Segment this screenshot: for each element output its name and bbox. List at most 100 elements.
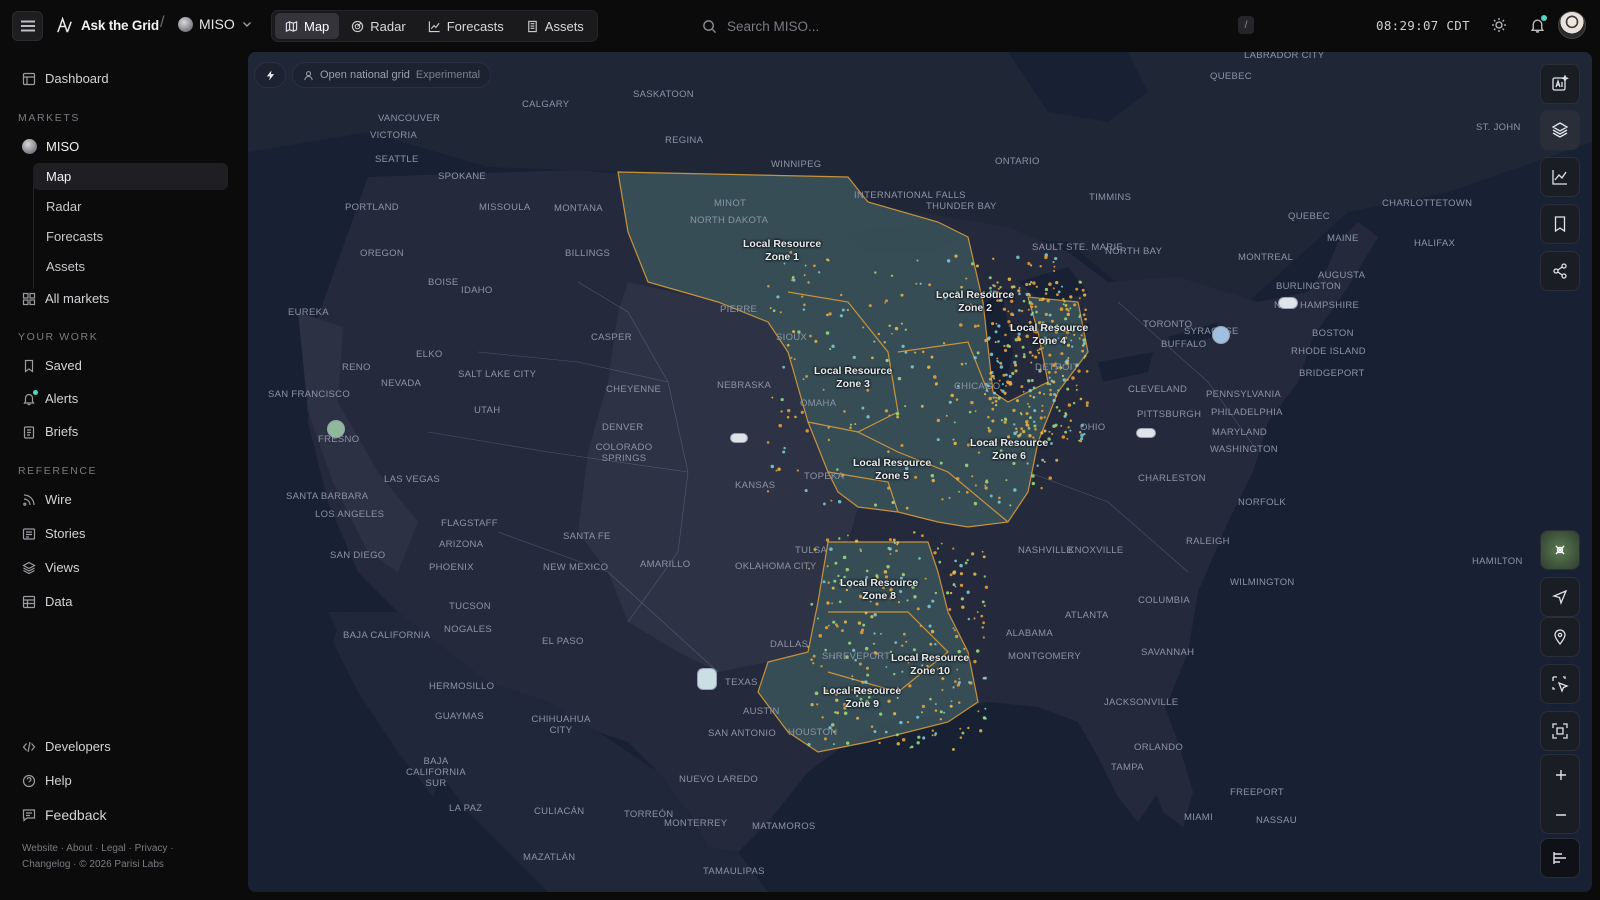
generator-dot — [961, 731, 965, 735]
weather-marker[interactable] — [327, 420, 345, 438]
generator-dot — [891, 500, 895, 505]
sidebar-item-miso[interactable]: MISO — [22, 139, 79, 154]
search-bar[interactable]: Search MISO... / — [702, 14, 1254, 38]
generator-dot — [999, 361, 1003, 365]
generator-dot — [1017, 289, 1021, 293]
search-input[interactable]: Search MISO... — [727, 19, 819, 34]
weather-marker[interactable] — [1212, 326, 1230, 344]
generator-dot — [1064, 303, 1068, 307]
generator-dot — [1005, 479, 1008, 482]
zone-2-label[interactable]: Local Resource Zone 2 — [936, 289, 1014, 315]
generator-dot — [966, 558, 969, 562]
generator-dot — [870, 725, 874, 728]
sidebar-sub-assets[interactable]: Assets — [33, 253, 228, 280]
layers-button[interactable] — [1540, 110, 1580, 150]
open-national-grid-toggle[interactable]: Open national grid Experimental — [292, 62, 492, 88]
sidebar-sub-forecasts[interactable]: Forecasts — [33, 223, 228, 250]
sidebar-item-help[interactable]: Help — [22, 773, 72, 788]
generator-dot — [782, 365, 786, 369]
footer-links[interactable]: Website · About · Legal · Privacy · Chan… — [22, 841, 174, 873]
generator-dot — [952, 547, 955, 550]
zone-9-label[interactable]: Local Resource Zone 9 — [823, 685, 901, 711]
generator-dot — [1038, 348, 1042, 351]
generator-dot — [767, 285, 770, 288]
generator-dot — [920, 404, 924, 408]
tab-assets[interactable]: Assets — [516, 13, 594, 39]
generator-dot — [1061, 374, 1065, 378]
sidebar-item-stories[interactable]: Stories — [22, 526, 85, 541]
share-icon — [1553, 263, 1567, 279]
tab-radar[interactable]: Radar — [341, 13, 415, 39]
sidebar-item-wire[interactable]: Wire — [22, 492, 72, 507]
generator-dot — [930, 629, 935, 634]
fit-view-button[interactable] — [1540, 711, 1580, 751]
zone-3-label[interactable]: Local Resource Zone 3 — [814, 365, 892, 391]
zone-4-label[interactable]: Local Resource Zone 4 — [1010, 322, 1088, 348]
generator-dot — [1013, 360, 1017, 365]
market-selector[interactable]: MISO — [178, 16, 253, 32]
footer-line-1[interactable]: Website · About · Legal · Privacy · — [22, 841, 174, 857]
generator-dot — [895, 412, 900, 416]
notifications-button[interactable] — [1527, 15, 1547, 35]
generator-dot — [1022, 355, 1026, 359]
sidebar-item-label: MISO — [46, 139, 80, 154]
generator-dot — [889, 553, 892, 555]
generator-dot — [1054, 256, 1058, 261]
zoom-out-button[interactable] — [1541, 795, 1581, 835]
wind-marker[interactable] — [697, 668, 717, 690]
ai-assistant-button[interactable] — [1540, 64, 1580, 104]
satellite-basemap-button[interactable] — [1540, 530, 1580, 570]
generator-dot — [1071, 376, 1075, 380]
zone-1-label[interactable]: Local Resource Zone 1 — [743, 238, 821, 264]
generator-dot — [1046, 299, 1050, 303]
place-label: MATAMOROS — [752, 821, 816, 832]
generator-dot — [1031, 474, 1035, 478]
generator-dot — [1014, 363, 1018, 367]
zone-6-label[interactable]: Local Resource Zone 6 — [970, 437, 1048, 463]
sidebar-item-data[interactable]: Data — [22, 594, 72, 609]
sidebar-toggle-button[interactable] — [12, 11, 43, 41]
avatar[interactable] — [1558, 11, 1586, 39]
generator-dot — [827, 426, 830, 429]
generator-dot — [1028, 405, 1031, 408]
drop-pin-button[interactable] — [1540, 617, 1580, 657]
chart-button[interactable] — [1540, 157, 1580, 197]
legend-button[interactable] — [1540, 838, 1580, 878]
sidebar-item-alerts[interactable]: Alerts — [22, 389, 78, 406]
footer-line-2[interactable]: Changelog · © 2026 Parisi Labs — [22, 857, 174, 873]
tab-forecasts[interactable]: Forecasts — [418, 13, 514, 39]
theme-toggle-button[interactable] — [1489, 15, 1509, 35]
bookmark-button[interactable] — [1540, 204, 1580, 244]
sidebar-item-saved[interactable]: Saved — [22, 358, 82, 373]
sidebar-item-dashboard[interactable]: Dashboard — [22, 71, 109, 86]
generator-dot — [823, 502, 826, 506]
zone-8-label[interactable]: Local Resource Zone 8 — [840, 577, 918, 603]
sidebar-sub-radar[interactable]: Radar — [33, 193, 228, 220]
sidebar-item-views[interactable]: Views — [22, 560, 79, 575]
generator-dot — [1048, 313, 1052, 317]
asset-marker[interactable] — [1136, 428, 1156, 438]
sidebar-sub-map[interactable]: Map — [33, 163, 228, 190]
asset-marker[interactable] — [730, 433, 748, 443]
tab-map[interactable]: Map — [275, 13, 340, 39]
lightning-toggle-button[interactable] — [254, 62, 286, 88]
share-button[interactable] — [1540, 251, 1580, 291]
sidebar-item-briefs[interactable]: Briefs — [22, 424, 78, 439]
generator-dot — [974, 410, 977, 412]
generator-dot — [1072, 401, 1076, 405]
asset-marker[interactable] — [1278, 297, 1298, 309]
generator-dot — [900, 322, 903, 325]
zone-10-label[interactable]: Local Resource Zone 10 — [891, 652, 969, 678]
select-area-button[interactable] — [1540, 664, 1580, 704]
sidebar-item-feedback[interactable]: Feedback — [22, 807, 106, 823]
generator-dot — [936, 438, 940, 442]
zone-5-label[interactable]: Local Resource Zone 5 — [853, 457, 931, 483]
sidebar-item-developers[interactable]: Developers — [22, 739, 111, 754]
zoom-in-button[interactable] — [1541, 755, 1581, 795]
generator-dot — [973, 501, 978, 506]
generator-dot — [821, 716, 824, 719]
sidebar-item-all-markets[interactable]: All markets — [22, 291, 109, 306]
app-brand[interactable]: Ask the Grid — [55, 16, 159, 35]
grid-map[interactable]: Open national grid Experimental LABRADOR… — [248, 52, 1592, 892]
locate-me-button[interactable] — [1540, 577, 1580, 617]
